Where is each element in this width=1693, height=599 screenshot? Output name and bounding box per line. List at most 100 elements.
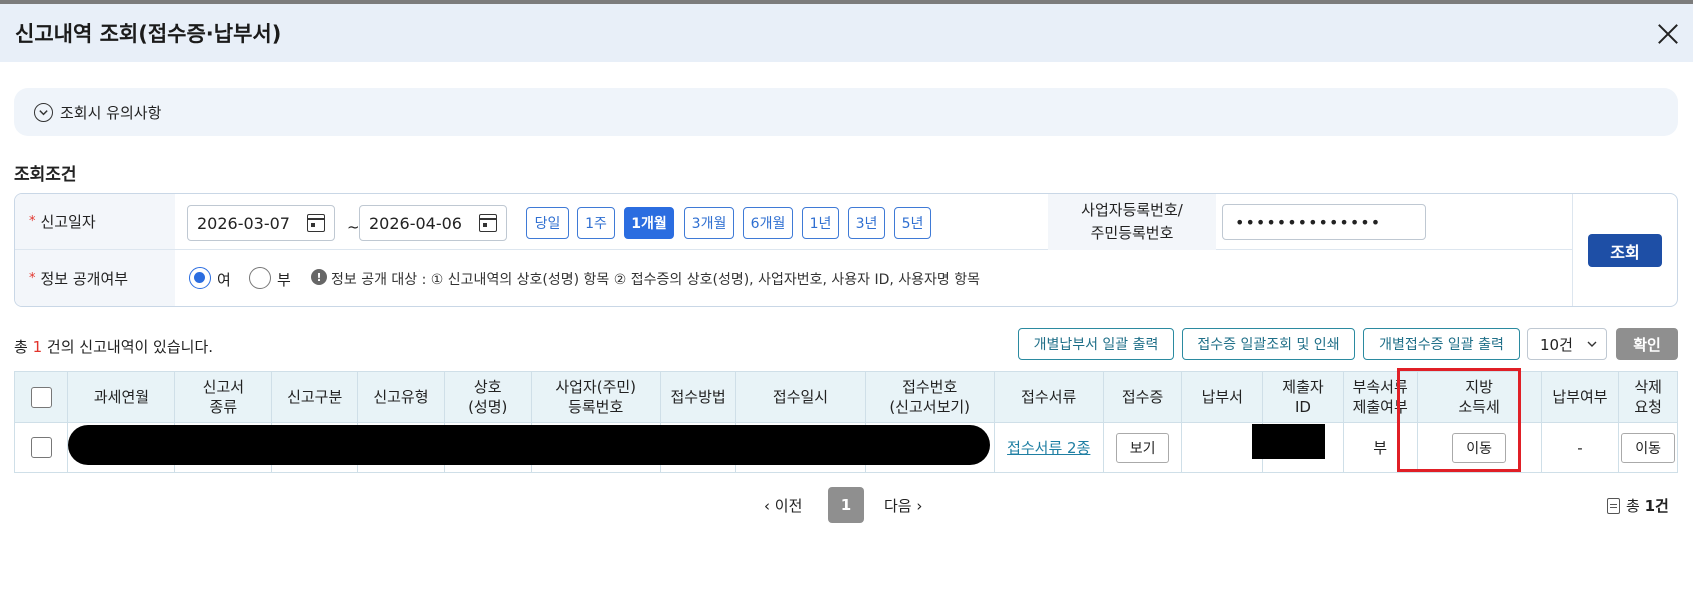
prev-label: 이전 (774, 497, 803, 515)
col-receipt: 접수증 (1102, 371, 1183, 423)
col-submitted-docs: 접수서류 (993, 371, 1104, 423)
period-5year-button[interactable]: 5년 (894, 207, 931, 239)
header-line: 접수증 (1121, 388, 1164, 406)
total-suffix: 건의 신고내역이 있습니다. (46, 338, 214, 356)
col-tax-period: 과세연월 (67, 371, 176, 423)
period-6month-button[interactable]: 6개월 (743, 207, 793, 239)
next-page-link[interactable]: 다음 › (884, 495, 922, 516)
row-checkbox[interactable] (30, 437, 52, 458)
per-page-value: 10건 (1540, 335, 1573, 354)
submitted-docs-link[interactable]: 접수서류 2종 (1007, 439, 1090, 457)
period-today-button[interactable]: 당일 (526, 207, 569, 239)
close-icon[interactable] (1655, 21, 1681, 47)
date-from-value: 2026-03-07 (197, 213, 290, 233)
payment-slip-cell (1181, 422, 1264, 473)
redaction-mark (68, 425, 990, 465)
submitted-docs-cell: 접수서류 2종 (993, 422, 1104, 473)
date-row: * 신고일자 2026-03-07 ~ 2026-04-06 당일 1주 1개월… (15, 194, 1573, 250)
select-all-cell (13, 371, 69, 423)
date-from-input[interactable]: 2026-03-07 (187, 205, 335, 241)
calendar-icon[interactable] (307, 214, 325, 232)
header-line: 과세연월 (93, 388, 150, 406)
footer-total: 총 1건 (1607, 495, 1669, 516)
header-line: 신고구분 (287, 388, 343, 406)
receipt-view-button[interactable]: 접수증 일괄조회 및 인쇄 (1182, 328, 1355, 360)
per-page-select[interactable]: 10건 (1527, 328, 1607, 360)
pagination: ‹ 이전 1 다음 › (0, 487, 1693, 523)
date-to-input[interactable]: 2026-04-06 (359, 205, 507, 241)
total-prefix: 총 (14, 338, 28, 356)
biz-number-input[interactable]: •••••••••••••• (1222, 204, 1426, 240)
header-line: 삭제 (1634, 378, 1662, 396)
receipt-print-button[interactable]: 개별접수증 일괄 출력 (1363, 328, 1520, 360)
range-separator: ~ (347, 218, 360, 236)
header-line: 신고서 (202, 378, 245, 396)
biz-number-label: 사업자등록번호/ 주민등록번호 (1048, 194, 1216, 250)
header-line: 접수방법 (670, 388, 726, 406)
next-label: 다음 (884, 497, 912, 515)
header-line: 사업자(주민) (555, 378, 637, 396)
col-payment-status: 납부여부 (1540, 371, 1620, 423)
page-number-current[interactable]: 1 (828, 487, 864, 523)
period-1month-button[interactable]: 1개월 (624, 207, 674, 239)
col-submit-method: 접수방법 (659, 371, 737, 423)
footer-total-label: 총 (1626, 497, 1640, 515)
disclose-info-text: 정보 공개 대상 : ① 신고내역의 상호(성명) 항목 ② 접수증의 상호(성… (331, 272, 980, 288)
header-line: (신고서보기) (889, 398, 971, 416)
total-count: 1 (32, 338, 43, 356)
document-icon (1607, 497, 1620, 514)
chevron-down-icon (34, 102, 53, 122)
delete-request-cell: 이동 (1618, 422, 1678, 473)
header-line: (성명) (468, 398, 508, 416)
search-button[interactable]: 조회 (1588, 234, 1662, 267)
footer-total-value: 1건 (1644, 497, 1669, 515)
chevron-down-icon (1587, 341, 1597, 347)
calendar-icon[interactable] (479, 214, 497, 232)
section-title: 조회조건 (14, 165, 77, 185)
date-to-value: 2026-04-06 (369, 213, 462, 233)
prev-page-link[interactable]: ‹ 이전 (764, 495, 802, 516)
header-line: 접수번호 (902, 378, 958, 396)
header-line: 등록번호 (568, 398, 624, 416)
payment-print-button[interactable]: 개별납부서 일괄 출력 (1018, 328, 1174, 360)
disclose-label-text: 정보 공개여부 (40, 269, 129, 288)
redaction-mark (1252, 424, 1325, 459)
dialog-title: 신고내역 조회(접수증·납부서) (15, 22, 282, 46)
col-submit-datetime: 접수일시 (735, 371, 866, 423)
row-select-cell (13, 422, 69, 473)
col-report-type: 신고유형 (357, 371, 445, 423)
disclose-row: * 정보 공개여부 여 부 ! 정보 공개 대상 : ① 신고내역의 상호(성명… (15, 250, 1573, 306)
header-line: 상호 (473, 378, 502, 396)
header-line: 납부서 (1201, 388, 1243, 406)
col-biz-number: 사업자(주민) 등록번호 (530, 371, 661, 423)
header-line: 제출자 (1282, 378, 1324, 396)
receipt-cell: 보기 (1102, 422, 1183, 473)
result-count: 총 1 건의 신고내역이 있습니다. (14, 336, 213, 357)
header-line: 종류 (209, 398, 238, 416)
period-1week-button[interactable]: 1주 (577, 207, 615, 239)
disclose-no-radio[interactable] (249, 267, 271, 289)
delete-request-button[interactable]: 이동 (1621, 432, 1676, 463)
header-line: 접수일시 (772, 388, 829, 406)
period-1year-button[interactable]: 1년 (802, 207, 839, 239)
required-mark: * (29, 214, 36, 229)
confirm-button[interactable]: 확인 (1616, 328, 1678, 360)
biz-label-line2: 주민등록번호 (1090, 224, 1174, 242)
period-3year-button[interactable]: 3년 (848, 207, 885, 239)
col-submitter-id: 제출자 ID (1262, 371, 1344, 423)
disclose-yes-radio[interactable] (189, 267, 211, 289)
col-report-category: 신고구분 (271, 371, 359, 423)
select-all-checkbox[interactable] (30, 386, 52, 408)
header-line: 신고유형 (373, 388, 429, 406)
biz-label-line1: 사업자등록번호/ (1081, 201, 1183, 219)
payment-status-cell: - (1540, 422, 1620, 473)
col-delete-request: 삭제 요청 (1618, 371, 1678, 423)
col-payment-slip: 납부서 (1181, 371, 1264, 423)
col-company-name: 상호 (성명) (443, 371, 532, 423)
disclose-label: * 정보 공개여부 (15, 250, 175, 306)
receipt-view-button[interactable]: 보기 (1115, 432, 1170, 463)
required-mark: * (29, 270, 36, 286)
period-3month-button[interactable]: 3개월 (684, 207, 734, 239)
disclose-yes-label: 여 (217, 271, 231, 289)
notice-toggle[interactable]: 조회시 유의사항 (14, 88, 1678, 136)
